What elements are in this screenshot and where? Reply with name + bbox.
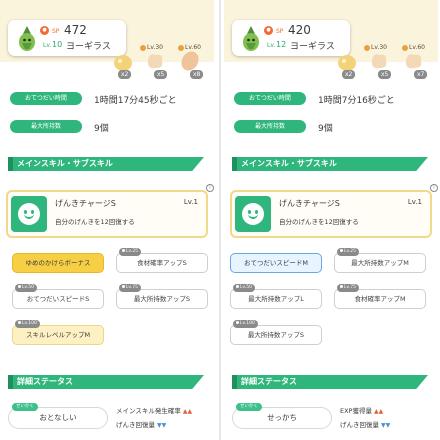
section-header-details: 詳細ステータス: [232, 375, 438, 389]
subskill-1[interactable]: おてつだいスピードM: [230, 253, 322, 273]
sp-label: SP: [52, 28, 60, 35]
max-hold-value: 9個: [94, 124, 109, 134]
pokemon-name: ヨーギラス: [290, 42, 335, 52]
main-skill-name: げんきチャージS: [55, 199, 116, 208]
help-interval-value: 1時間7分16秒ごと: [318, 96, 395, 106]
level-value: 10: [52, 40, 63, 49]
section-title: メインスキル・サブスキル: [241, 159, 337, 168]
main-skill-name: げんきチャージS: [279, 199, 340, 208]
subskill-5[interactable]: Lv.100 スキルレベルアップM: [12, 320, 104, 345]
smile-skill-icon: [18, 203, 40, 225]
nature-modifier-down: げんき回復量 ▼▼: [340, 421, 391, 429]
item-count: x5: [154, 70, 168, 79]
skill-icon-box: [11, 196, 47, 232]
pokemon-panel-right: ● SP 420 Lv. 12 ヨーギラス Lv.30 Lv.60 x2 x5 …: [224, 0, 438, 440]
main-skill-card[interactable]: げんきチャージS Lv.1 自分のげんきを12回復する: [230, 190, 432, 238]
berry-item-icon: [114, 55, 132, 71]
section-header-details: 詳細ステータス: [8, 375, 214, 389]
pokemon-name: ヨーギラス: [66, 42, 111, 52]
section-title: メインスキル・サブスキル: [17, 159, 113, 168]
nature-label: せいかく: [236, 403, 262, 411]
help-interval-label: おてつだい時間: [234, 92, 306, 105]
help-interval-value: 1時間17分45秒ごと: [94, 96, 177, 106]
main-skill-card[interactable]: げんきチャージS Lv.1 自分のげんきを12回復する: [6, 190, 208, 238]
subskill-level-tag: Lv.100: [233, 320, 258, 328]
level-value: 12: [276, 40, 287, 49]
nature-modifier-down: げんき回復量 ▼▼: [116, 421, 167, 429]
item-count: x7: [414, 70, 428, 79]
subskill-level-tag: Lv.50: [233, 284, 255, 292]
section-title: 詳細ステータス: [241, 377, 297, 386]
item-count: x2: [118, 70, 132, 79]
max-hold-label: 最大所持数: [10, 120, 82, 133]
nature-modifier-up: メインスキル発生確率 ▲▲: [116, 407, 193, 415]
sp-value: 472: [64, 23, 87, 37]
sprite-yogiras-icon: [243, 26, 259, 51]
subskill-1[interactable]: ゆめのかけらボーナス: [12, 253, 104, 273]
subskill-3[interactable]: Lv.50 おてつだいスピードS: [12, 284, 104, 309]
main-skill-level: Lv.1: [183, 198, 198, 206]
down-arrow-icon: ▼▼: [157, 422, 167, 429]
help-interval-label: おてつだい時間: [10, 92, 82, 105]
berry-item-icon: [338, 55, 356, 71]
ingredient-item-icon: [371, 54, 387, 69]
subskill-level-tag: Lv.100: [15, 320, 40, 328]
pokemon-panel-left: ● SP 472 Lv. 10 ヨーギラス Lv.30 Lv.60 x2 x5 …: [0, 0, 214, 440]
subskill-2[interactable]: Lv.25 最大所持数アップM: [334, 248, 426, 273]
subskill-level-tag: Lv.75: [337, 284, 359, 292]
subskill-level-tag: Lv.25: [337, 248, 359, 256]
subskill-3[interactable]: Lv.50 最大所持数アップL: [230, 284, 322, 309]
pokemon-card[interactable]: ● SP 420 Lv. 12 ヨーギラス: [232, 20, 350, 56]
subskill-2[interactable]: Lv.25 食材確率アップS: [116, 248, 208, 273]
main-skill-description: 自分のげんきを12回復する: [55, 218, 135, 226]
item-count: x5: [378, 70, 392, 79]
max-hold-label: 最大所持数: [234, 120, 306, 133]
sp-icon: ●: [40, 26, 49, 35]
info-icon[interactable]: i: [206, 184, 214, 192]
nature-modifier-up: EXP獲得量 ▲▲: [340, 407, 384, 415]
sp-icon: ●: [264, 26, 273, 35]
subskill-level-tag: Lv.75: [119, 284, 141, 292]
main-skill-level: Lv.1: [407, 198, 422, 206]
skill-icon-box: [235, 196, 271, 232]
subskill-4[interactable]: Lv.75 食材確率アップM: [334, 284, 426, 309]
subskill-level-tag: Lv.25: [119, 248, 141, 256]
section-header-skills: メインスキル・サブスキル: [232, 157, 438, 171]
item-count: x8: [190, 70, 204, 79]
level-label: Lv.: [267, 42, 276, 49]
level-label: Lv.: [43, 42, 52, 49]
up-arrow-icon: ▲▲: [373, 408, 384, 415]
sp-value: 420: [288, 23, 311, 37]
max-hold-value: 9個: [318, 124, 333, 134]
item-count: x2: [342, 70, 356, 79]
main-skill-description: 自分のげんきを12回復する: [279, 218, 359, 226]
subskill-level-tag: Lv.50: [15, 284, 37, 292]
section-header-skills: メインスキル・サブスキル: [8, 157, 214, 171]
subskill-5[interactable]: Lv.100 最大所持数アップS: [230, 320, 322, 345]
info-icon[interactable]: i: [430, 184, 438, 192]
ingredient-item-icon: [181, 51, 199, 71]
nature-label: せいかく: [12, 403, 38, 411]
smile-skill-icon: [242, 203, 264, 225]
panel-divider: [219, 0, 221, 440]
sprite-yogiras-icon: [19, 26, 35, 51]
down-arrow-icon: ▼▼: [381, 422, 391, 429]
subskill-4[interactable]: Lv.75 最大所持数アップS: [116, 284, 208, 309]
pokemon-card[interactable]: ● SP 472 Lv. 10 ヨーギラス: [8, 20, 126, 56]
sp-label: SP: [276, 28, 284, 35]
ingredient-item-icon: [405, 54, 422, 69]
section-title: 詳細ステータス: [17, 377, 73, 386]
ingredient-item-icon: [147, 54, 163, 69]
up-arrow-icon: ▲▲: [182, 408, 193, 415]
